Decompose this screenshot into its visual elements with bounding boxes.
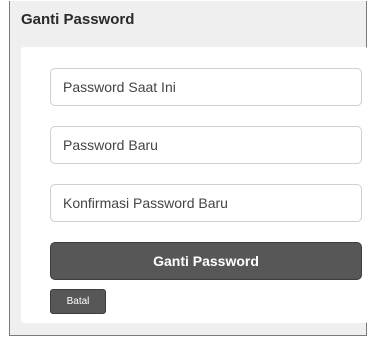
confirm-password-field[interactable]	[50, 184, 362, 222]
form-panel: Ganti Password Batal	[21, 47, 368, 323]
change-password-dialog: Ganti Password Ganti Password Batal	[9, 1, 368, 336]
dialog-title: Ganti Password	[21, 11, 135, 28]
change-password-button[interactable]: Ganti Password	[50, 242, 362, 280]
new-password-field[interactable]	[50, 126, 362, 164]
cancel-button[interactable]: Batal	[50, 289, 106, 314]
current-password-field[interactable]	[50, 68, 362, 106]
